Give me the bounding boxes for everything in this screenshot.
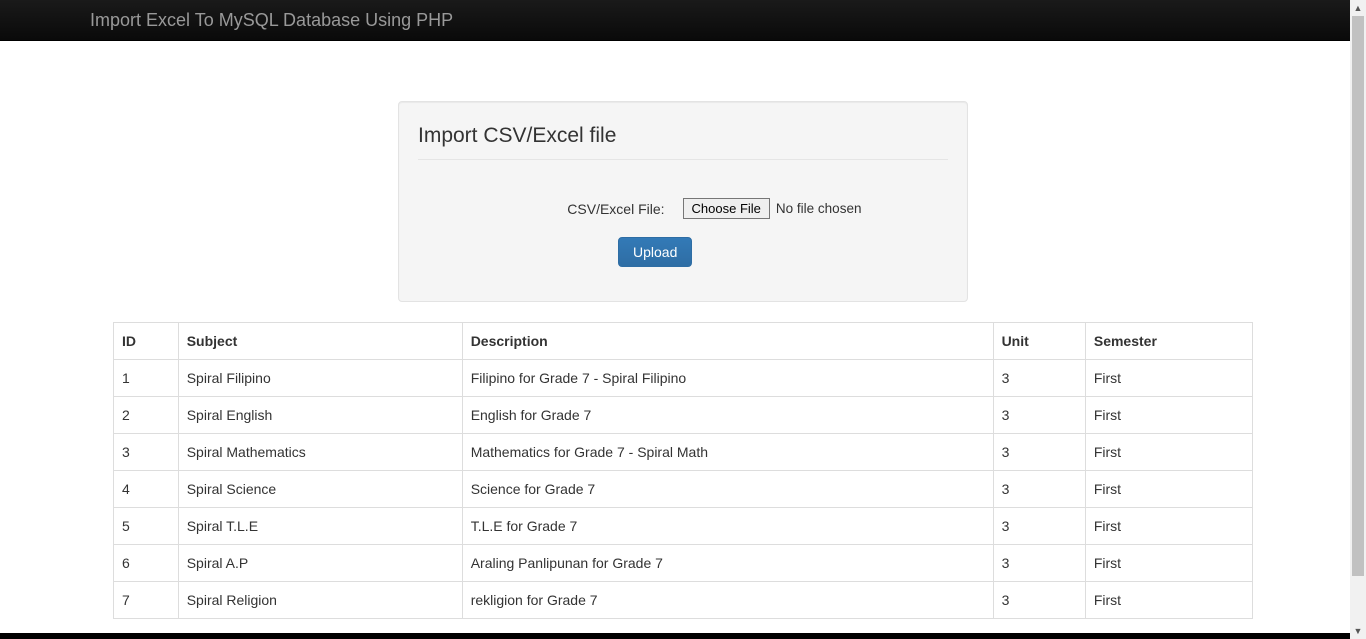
vertical-scrollbar[interactable]: ▲ ▼ xyxy=(1350,0,1366,639)
cell-semester: First xyxy=(1085,508,1252,545)
choose-file-button[interactable]: Choose File xyxy=(683,198,770,219)
cell-semester: First xyxy=(1085,360,1252,397)
table-row: 6Spiral A.PAraling Panlipunan for Grade … xyxy=(114,545,1253,582)
scroll-down-arrow-icon[interactable]: ▼ xyxy=(1352,625,1364,637)
cell-unit: 3 xyxy=(993,471,1085,508)
cell-id: 6 xyxy=(114,545,179,582)
cell-description: English for Grade 7 xyxy=(462,397,993,434)
cell-unit: 3 xyxy=(993,397,1085,434)
file-label: CSV/Excel File: xyxy=(505,199,665,219)
scroll-up-arrow-icon[interactable]: ▲ xyxy=(1352,2,1364,14)
cell-subject: Spiral Mathematics xyxy=(178,434,462,471)
cell-subject: Spiral T.L.E xyxy=(178,508,462,545)
cell-id: 5 xyxy=(114,508,179,545)
cell-id: 2 xyxy=(114,397,179,434)
cell-semester: First xyxy=(1085,471,1252,508)
cell-subject: Spiral English xyxy=(178,397,462,434)
cell-description: rekligion for Grade 7 xyxy=(462,582,993,619)
scrollbar-thumb[interactable] xyxy=(1352,16,1364,576)
table-row: 3Spiral MathematicsMathematics for Grade… xyxy=(114,434,1253,471)
table-header-row: ID Subject Description Unit Semester xyxy=(114,323,1253,360)
cell-subject: Spiral Religion xyxy=(178,582,462,619)
col-subject: Subject xyxy=(178,323,462,360)
table-row: 7Spiral Religionrekligion for Grade 73Fi… xyxy=(114,582,1253,619)
cell-description: Araling Panlipunan for Grade 7 xyxy=(462,545,993,582)
col-description: Description xyxy=(462,323,993,360)
top-navbar: Import Excel To MySQL Database Using PHP xyxy=(0,0,1366,41)
cell-semester: First xyxy=(1085,582,1252,619)
cell-unit: 3 xyxy=(993,360,1085,397)
col-unit: Unit xyxy=(993,323,1085,360)
import-panel: Import CSV/Excel file CSV/Excel File: Ch… xyxy=(398,101,968,302)
cell-subject: Spiral A.P xyxy=(178,545,462,582)
file-form-group: CSV/Excel File: Choose File No file chos… xyxy=(418,180,948,267)
cell-id: 3 xyxy=(114,434,179,471)
table-row: 5Spiral T.L.ET.L.E for Grade 73First xyxy=(114,508,1253,545)
cell-semester: First xyxy=(1085,545,1252,582)
cell-id: 1 xyxy=(114,360,179,397)
col-semester: Semester xyxy=(1085,323,1252,360)
table-body: 1Spiral FilipinoFilipino for Grade 7 - S… xyxy=(114,360,1253,619)
cell-description: Filipino for Grade 7 - Spiral Filipino xyxy=(462,360,993,397)
cell-description: Science for Grade 7 xyxy=(462,471,993,508)
file-input[interactable]: Choose File No file chosen xyxy=(683,198,862,219)
cell-description: Mathematics for Grade 7 - Spiral Math xyxy=(462,434,993,471)
upload-button[interactable]: Upload xyxy=(618,237,692,267)
cell-id: 7 xyxy=(114,582,179,619)
cell-semester: First xyxy=(1085,397,1252,434)
navbar-brand[interactable]: Import Excel To MySQL Database Using PHP xyxy=(0,0,473,40)
table-row: 2Spiral EnglishEnglish for Grade 73First xyxy=(114,397,1253,434)
cell-id: 4 xyxy=(114,471,179,508)
file-status-text: No file chosen xyxy=(776,199,862,218)
cell-description: T.L.E for Grade 7 xyxy=(462,508,993,545)
import-legend: Import CSV/Excel file xyxy=(418,121,948,160)
cell-unit: 3 xyxy=(993,508,1085,545)
cell-unit: 3 xyxy=(993,434,1085,471)
cell-semester: First xyxy=(1085,434,1252,471)
bottom-strip xyxy=(0,633,1350,639)
col-id: ID xyxy=(114,323,179,360)
cell-unit: 3 xyxy=(993,545,1085,582)
cell-subject: Spiral Science xyxy=(178,471,462,508)
table-row: 1Spiral FilipinoFilipino for Grade 7 - S… xyxy=(114,360,1253,397)
main-container: Import CSV/Excel file CSV/Excel File: Ch… xyxy=(98,101,1268,619)
cell-unit: 3 xyxy=(993,582,1085,619)
table-row: 4Spiral ScienceScience for Grade 73First xyxy=(114,471,1253,508)
cell-subject: Spiral Filipino xyxy=(178,360,462,397)
data-table: ID Subject Description Unit Semester 1Sp… xyxy=(113,322,1253,619)
